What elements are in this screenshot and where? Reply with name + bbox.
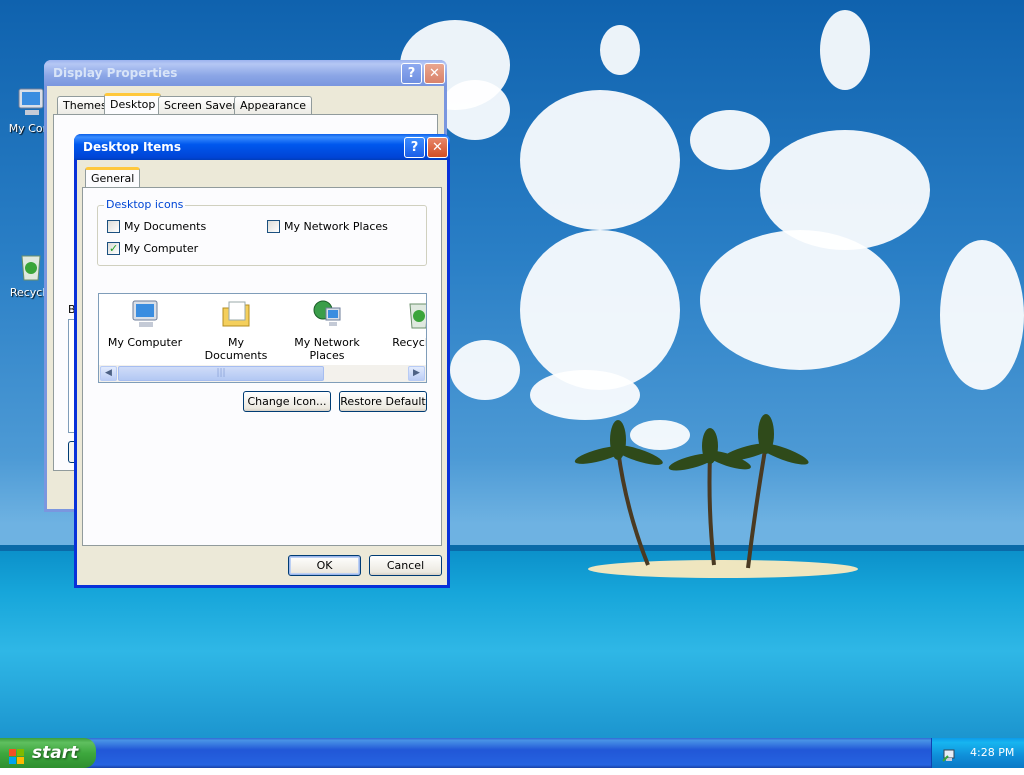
- general-tab-panel: Desktop icons My Documents My Network Pl…: [82, 187, 442, 546]
- icon-list[interactable]: My Computer My Documents My Network Plac…: [98, 293, 427, 383]
- cloud: [700, 230, 900, 370]
- cloud: [820, 10, 870, 90]
- restore-default-button[interactable]: Restore Default: [339, 391, 427, 412]
- desktop-icons-group: [97, 205, 427, 266]
- list-item-label: My Documents: [204, 336, 268, 362]
- my-computer-icon: [15, 86, 47, 118]
- my-documents-checkbox[interactable]: [107, 220, 120, 233]
- cloud: [450, 340, 520, 400]
- cloud: [600, 25, 640, 75]
- network-places-icon: [311, 298, 343, 330]
- cloud: [520, 90, 680, 230]
- list-item-label: Recycle B: [392, 336, 426, 349]
- windows-logo-icon: [9, 745, 25, 764]
- my-computer-label: My Computer: [124, 242, 199, 255]
- my-computer-checkbox[interactable]: ✓: [107, 242, 120, 255]
- window-title: Display Properties: [53, 66, 178, 80]
- tab-screen-saver[interactable]: Screen Saver: [158, 96, 243, 114]
- list-item-label: My Computer: [107, 336, 183, 349]
- cloud: [520, 230, 680, 390]
- my-documents-icon: [220, 298, 252, 330]
- system-tray: 4:28 PM: [931, 738, 1024, 768]
- tab-desktop[interactable]: Desktop: [104, 93, 162, 114]
- palm-trees: [574, 414, 809, 569]
- help-button[interactable]: ?: [401, 63, 422, 84]
- display-properties-titlebar[interactable]: Display Properties ? ✕: [44, 60, 447, 86]
- clock[interactable]: 4:28 PM: [970, 738, 1014, 768]
- scroll-right-button[interactable]: ▶: [408, 366, 425, 381]
- taskbar: start 4:28 PM: [0, 738, 1024, 768]
- close-button[interactable]: ✕: [424, 63, 445, 84]
- desktop-items-dialog: Desktop Items ? ✕ General Desktop icons …: [74, 134, 450, 588]
- horizontal-scrollbar[interactable]: ◀ ||| ▶: [99, 365, 426, 382]
- list-item-recycle-bin[interactable]: Recycle B: [379, 298, 426, 349]
- scroll-thumb[interactable]: |||: [118, 366, 324, 381]
- desktop-items-titlebar[interactable]: Desktop Items ? ✕: [74, 134, 450, 160]
- checkmark-icon: ✓: [109, 242, 119, 255]
- dialog-title: Desktop Items: [83, 140, 181, 154]
- cancel-button[interactable]: Cancel: [369, 555, 442, 576]
- cloud: [690, 110, 770, 170]
- my-documents-label: My Documents: [124, 220, 207, 233]
- close-button[interactable]: ✕: [427, 137, 448, 158]
- my-network-places-checkbox[interactable]: [267, 220, 280, 233]
- list-item-my-computer[interactable]: My Computer: [105, 298, 185, 349]
- recycle-bin-icon: [15, 250, 47, 282]
- my-computer-icon: [129, 298, 161, 330]
- cloud: [940, 240, 1024, 390]
- tab-general[interactable]: General: [85, 167, 141, 188]
- help-button[interactable]: ?: [404, 137, 425, 158]
- cloud: [440, 80, 510, 140]
- list-item-label: My Network Places: [294, 336, 360, 362]
- network-tray-icon[interactable]: [942, 745, 958, 762]
- list-item-my-network-places[interactable]: My Network Places: [287, 298, 367, 362]
- group-title: Desktop icons: [104, 198, 186, 211]
- tab-appearance[interactable]: Appearance: [234, 96, 313, 114]
- ok-button[interactable]: OK: [288, 555, 361, 576]
- my-network-places-label: My Network Places: [284, 220, 388, 233]
- recycle-bin-icon: [403, 298, 426, 330]
- change-icon-button[interactable]: Change Icon...: [243, 391, 331, 412]
- start-label: start: [32, 743, 79, 763]
- start-button[interactable]: start: [0, 738, 96, 768]
- list-item-my-documents[interactable]: My Documents: [196, 298, 276, 362]
- scroll-left-button[interactable]: ◀: [100, 366, 117, 381]
